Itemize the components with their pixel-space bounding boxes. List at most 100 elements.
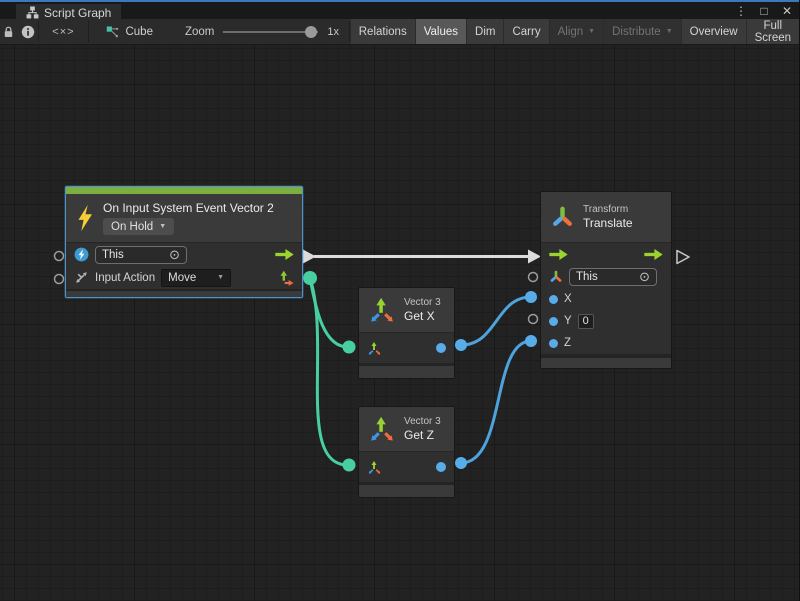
lock-button[interactable] bbox=[0, 19, 18, 44]
window-controls: ⋮ □ ✕ bbox=[735, 3, 793, 20]
tab-label: Script Graph bbox=[44, 6, 111, 20]
vector3-port-icon[interactable] bbox=[367, 460, 382, 475]
translate-x-row: X bbox=[541, 288, 671, 310]
input-action-icon bbox=[74, 270, 89, 285]
port-translate-this-input[interactable] bbox=[529, 273, 538, 282]
vector3-port-icon[interactable] bbox=[367, 341, 382, 356]
wire-flow-event-to-translate[interactable] bbox=[303, 250, 541, 264]
graph-canvas[interactable]: On Input System Event Vector 2 On Hold ▼… bbox=[0, 45, 800, 601]
chevron-down-icon: ▼ bbox=[588, 28, 595, 35]
zoom-value: 1x bbox=[327, 26, 339, 38]
flow-arrow-icon[interactable] bbox=[644, 249, 663, 260]
wire-vector2-to-getz[interactable] bbox=[310, 278, 348, 465]
port-translate-z-input[interactable] bbox=[525, 335, 537, 347]
script-graph-icon bbox=[26, 6, 39, 19]
port-event-this-input[interactable] bbox=[55, 252, 64, 261]
translate-node-body: This ⊙ X Y 0 Z bbox=[541, 242, 671, 354]
port-getx-output[interactable] bbox=[436, 343, 446, 353]
getz-node-title: Get Z bbox=[404, 428, 441, 443]
close-icon[interactable]: ✕ bbox=[781, 3, 793, 20]
carry-button[interactable]: Carry bbox=[504, 19, 548, 44]
port-getx-input[interactable] bbox=[343, 341, 356, 354]
relations-button[interactable]: Relations bbox=[351, 19, 415, 44]
input-system-icon bbox=[74, 247, 89, 262]
vector2-icon[interactable] bbox=[278, 270, 294, 286]
port-getz-input[interactable] bbox=[343, 459, 356, 472]
code-preview-button[interactable]: <×> bbox=[39, 19, 88, 44]
translate-node-type: Transform bbox=[583, 203, 633, 216]
translate-y-row: Y 0 bbox=[541, 310, 671, 332]
event-mode-dropdown[interactable]: On Hold ▼ bbox=[103, 218, 174, 235]
align-button[interactable]: Align ▼ bbox=[550, 19, 604, 44]
chevron-down-icon: ▼ bbox=[217, 274, 224, 281]
vector3-icon bbox=[368, 296, 396, 324]
toolbar-buttons: Relations Values Dim Carry Align ▼ Distr… bbox=[350, 19, 799, 44]
zoom-control: Zoom 1x bbox=[185, 19, 339, 44]
port-getz-output[interactable] bbox=[436, 462, 446, 472]
port-x-dot[interactable] bbox=[549, 295, 558, 304]
menu-icon[interactable]: ⋮ bbox=[735, 3, 747, 20]
flow-arrow-icon[interactable] bbox=[275, 249, 294, 260]
event-node-title: On Input System Event Vector 2 bbox=[103, 201, 274, 216]
getx-node-body bbox=[359, 332, 454, 363]
distribute-button[interactable]: Distribute ▼ bbox=[604, 19, 681, 44]
object-picker-icon[interactable]: ⊙ bbox=[169, 248, 180, 261]
translate-this-field[interactable]: This ⊙ bbox=[569, 268, 657, 286]
graph-selector[interactable]: Cube bbox=[96, 19, 163, 44]
fullscreen-button[interactable]: Full Screen bbox=[747, 19, 799, 44]
zoom-label: Zoom bbox=[185, 26, 214, 38]
node-get-z[interactable]: Vector 3 Get Z bbox=[358, 406, 455, 498]
port-z-dot[interactable] bbox=[549, 339, 558, 348]
values-button[interactable]: Values bbox=[416, 19, 466, 44]
graph-toolbar: <×> Cube Zoom 1x Relations Values Dim bbox=[0, 19, 799, 45]
input-action-dropdown[interactable]: Move ▼ bbox=[161, 269, 231, 287]
chevron-down-icon: ▼ bbox=[666, 28, 673, 35]
wire-getx-to-translate-x[interactable] bbox=[461, 297, 531, 345]
tab-bar: Script Graph ⋮ □ ✕ bbox=[0, 0, 799, 19]
port-translate-x-input[interactable] bbox=[525, 291, 537, 303]
y-port-label: Y bbox=[564, 315, 572, 327]
wire-end-dot[interactable] bbox=[455, 457, 467, 469]
zoom-slider[interactable] bbox=[223, 26, 318, 38]
lightning-bolt-icon bbox=[75, 204, 95, 232]
graph-icon bbox=[106, 25, 119, 38]
y-value-field[interactable]: 0 bbox=[578, 314, 594, 329]
script-graph-window: Script Graph ⋮ □ ✕ <×> bbox=[0, 0, 800, 601]
translate-node-title: Translate bbox=[583, 216, 633, 231]
code-icon: <×> bbox=[52, 26, 74, 38]
getx-node-header: Vector 3 Get X bbox=[359, 288, 454, 332]
event-node-header: On Input System Event Vector 2 On Hold ▼ bbox=[66, 194, 302, 242]
port-event-action-input[interactable] bbox=[55, 275, 64, 284]
object-picker-icon[interactable]: ⊙ bbox=[639, 270, 650, 283]
getz-node-type: Vector 3 bbox=[404, 415, 441, 428]
event-node-footer bbox=[66, 291, 302, 297]
event-this-row: This ⊙ bbox=[66, 243, 302, 266]
getz-node-body bbox=[359, 451, 454, 482]
zoom-slider-handle[interactable] bbox=[305, 26, 317, 38]
wire-end-dot[interactable] bbox=[455, 339, 467, 351]
z-port-label: Z bbox=[564, 337, 571, 349]
node-get-x[interactable]: Vector 3 Get X bbox=[358, 287, 455, 379]
wire-getz-to-translate-z[interactable] bbox=[461, 341, 531, 463]
chevron-down-icon: ▼ bbox=[159, 223, 166, 230]
transform-port-icon[interactable] bbox=[549, 270, 563, 284]
event-node-accent-strip bbox=[66, 187, 302, 194]
flow-arrow-icon[interactable] bbox=[549, 249, 568, 260]
inspect-button[interactable] bbox=[18, 19, 39, 44]
translate-z-row: Z bbox=[541, 332, 671, 354]
port-translate-y-input[interactable] bbox=[529, 315, 538, 324]
getx-node-type: Vector 3 bbox=[404, 296, 441, 309]
node-on-input-system-event[interactable]: On Input System Event Vector 2 On Hold ▼… bbox=[65, 186, 303, 298]
maximize-icon[interactable]: □ bbox=[758, 3, 770, 20]
event-this-field[interactable]: This ⊙ bbox=[95, 246, 187, 264]
port-event-vector2-output[interactable] bbox=[303, 271, 317, 285]
dim-button[interactable]: Dim bbox=[467, 19, 503, 44]
port-y-dot[interactable] bbox=[549, 317, 558, 326]
input-action-label: Input Action bbox=[95, 272, 155, 284]
getz-node-footer bbox=[359, 485, 454, 497]
port-translate-flow-output[interactable] bbox=[677, 251, 689, 264]
event-action-row: Input Action Move ▼ bbox=[66, 266, 302, 289]
node-transform-translate[interactable]: Transform Translate bbox=[540, 191, 672, 369]
getz-node-header: Vector 3 Get Z bbox=[359, 407, 454, 451]
overview-button[interactable]: Overview bbox=[682, 19, 746, 44]
